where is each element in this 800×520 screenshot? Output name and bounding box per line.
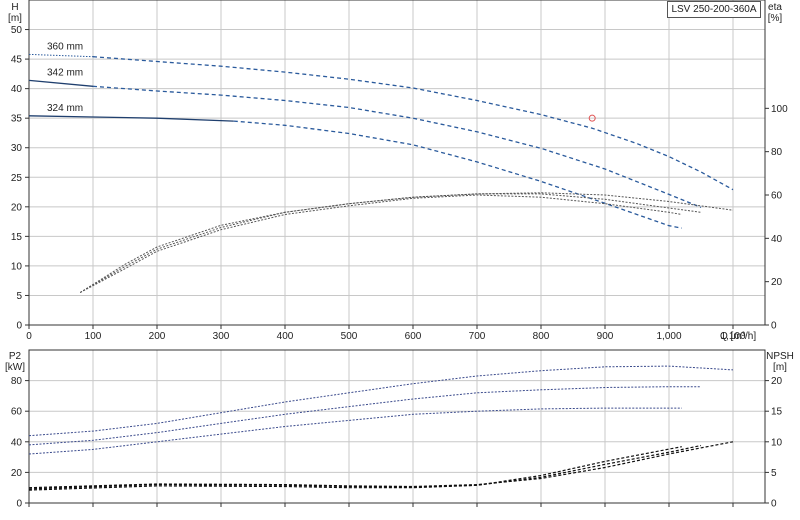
y-tick-label: 20 <box>11 202 23 213</box>
y-tick-label: 20 <box>11 468 23 479</box>
y-axis-unit: [m] <box>8 13 22 24</box>
y-tick-label: 15 <box>11 232 23 243</box>
x-axis-title: Q [m³/h] <box>720 331 756 342</box>
curve-label: 324 mm <box>47 103 83 114</box>
efficiency-curve <box>79 193 702 293</box>
y2-tick-label: 20 <box>771 277 783 288</box>
x-tick-label: 1,000 <box>656 331 681 342</box>
x-tick-label: 800 <box>533 331 550 342</box>
head-curve-dashed <box>92 85 702 209</box>
power-npsh-plot: 0 20 40 60 80 0 5 10 15 20 P2[kW] NPSH[m] <box>5 349 794 510</box>
x-tick-label: 200 <box>149 331 166 342</box>
y-tick-label: 0 <box>16 499 22 510</box>
plot-frame <box>28 0 766 326</box>
y2-axis-unit: [%] <box>768 13 783 24</box>
npsh-curve <box>28 441 734 489</box>
y-tick-label: 25 <box>11 173 23 184</box>
curve-label: 342 mm <box>47 67 83 78</box>
y-tick-label: 40 <box>11 437 23 448</box>
x-tick-label: 300 <box>213 331 230 342</box>
pump-performance-chart: 0 100 200 300 400 500 600 700 800 900 1,000 1,10005… <box>5 0 794 510</box>
y-tick-label: 35 <box>11 114 23 125</box>
x-tick-label: 0 <box>26 331 32 342</box>
y2-axis-title: NPSH <box>766 351 794 362</box>
y2-axis-unit: [m] <box>773 362 787 373</box>
power-curve <box>28 386 701 446</box>
y2-tick-label: 80 <box>771 147 783 158</box>
y-axis-unit: [kW] <box>5 362 25 373</box>
y-tick-label: 5 <box>16 291 22 302</box>
x-tick-label: 900 <box>597 331 614 342</box>
head-curve-dotted <box>28 53 94 58</box>
power-curve <box>28 407 682 455</box>
x-tick-label: 100 <box>85 331 102 342</box>
x-tick-label: 500 <box>341 331 358 342</box>
power-curve <box>28 365 734 437</box>
y2-tick-label: 15 <box>771 407 783 418</box>
plot-frame <box>28 349 766 504</box>
y-axis-title: P2 <box>9 351 22 362</box>
y2-tick-label: 10 <box>771 437 783 448</box>
y2-tick-label: 20 <box>771 376 783 387</box>
y2-tick-label: 5 <box>771 468 777 479</box>
y-tick-label: 60 <box>11 407 23 418</box>
y-tick-label: 30 <box>11 143 23 154</box>
y2-tick-label: 40 <box>771 234 783 245</box>
npsh-curve <box>28 444 702 490</box>
y-tick-label: 50 <box>11 25 23 36</box>
head-efficiency-plot: 0 100 200 300 400 500 600 700 800 900 1,000 1,10005… <box>8 0 788 342</box>
y2-tick-label: 0 <box>771 499 777 510</box>
x-tick-label: 400 <box>277 331 294 342</box>
curve-label: 360 mm <box>47 41 83 52</box>
head-curve-solid <box>28 79 94 87</box>
y2-tick-label: 60 <box>771 191 783 202</box>
x-tick-label: 600 <box>405 331 422 342</box>
y-axis-title: H <box>11 2 18 13</box>
y2-axis-title: eta <box>768 2 782 13</box>
x-tick-label: 700 <box>469 331 486 342</box>
y-tick-label: 80 <box>11 376 23 387</box>
y-tick-label: 0 <box>16 321 22 332</box>
y2-tick-label: 0 <box>771 321 777 332</box>
head-curve-dashed <box>233 120 682 229</box>
y2-tick-label: 100 <box>771 104 788 115</box>
model-label-box: LSV 250-200-360A <box>667 1 761 18</box>
efficiency-curve <box>79 194 682 293</box>
y-tick-label: 40 <box>11 84 23 95</box>
y-tick-label: 45 <box>11 55 23 66</box>
y-tick-label: 10 <box>11 261 23 272</box>
